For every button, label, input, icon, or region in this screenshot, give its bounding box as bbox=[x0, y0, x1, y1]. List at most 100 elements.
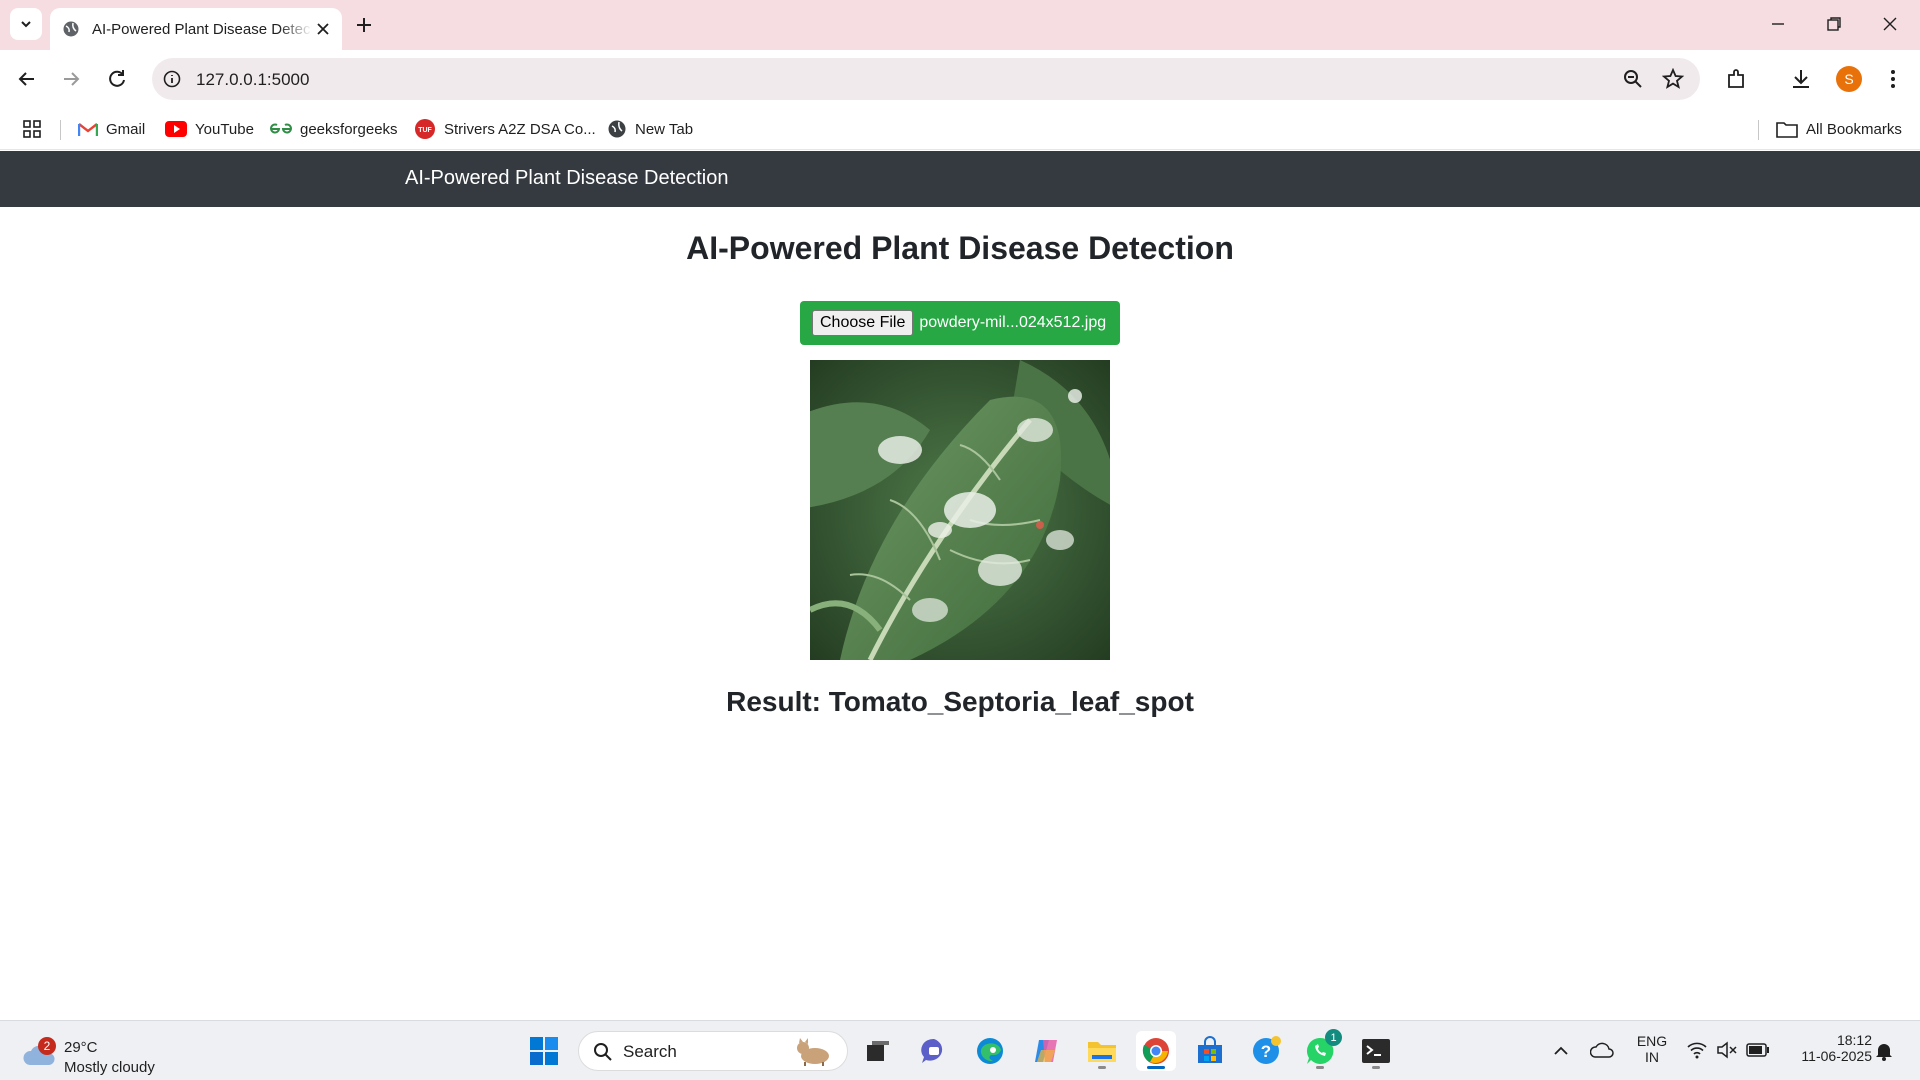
new-tab-plus-icon[interactable] bbox=[352, 13, 376, 37]
bookmark-label: geeksforgeeks bbox=[300, 120, 398, 138]
navbar-brand[interactable]: AI-Powered Plant Disease Detection bbox=[405, 167, 729, 190]
help-app[interactable]: ? bbox=[1246, 1031, 1286, 1071]
whatsapp-app[interactable]: 1 bbox=[1300, 1029, 1342, 1071]
taskbar-search[interactable]: Search bbox=[578, 1031, 848, 1071]
wifi-icon[interactable] bbox=[1686, 1041, 1708, 1059]
weather-temp: 29°C bbox=[64, 1039, 98, 1056]
close-window-icon[interactable] bbox=[1878, 12, 1902, 36]
download-icon[interactable] bbox=[1788, 66, 1814, 92]
chat-icon bbox=[921, 1038, 943, 1063]
browser-tab-active[interactable]: AI-Powered Plant Disease Detection bbox=[50, 8, 342, 50]
reload-icon[interactable] bbox=[104, 66, 130, 92]
chevron-down-icon bbox=[21, 21, 31, 28]
forward-arrow-icon[interactable] bbox=[58, 66, 84, 92]
copilot-icon bbox=[1035, 1040, 1057, 1062]
copilot-app[interactable] bbox=[1026, 1031, 1066, 1071]
bookmark-gmail[interactable]: Gmail bbox=[78, 117, 145, 141]
youtube-icon bbox=[165, 121, 187, 137]
bookmark-separator bbox=[1758, 120, 1759, 140]
region-code: IN bbox=[1645, 1049, 1659, 1065]
weather-widget[interactable]: 2 29°C Mostly cloudy bbox=[20, 1029, 180, 1076]
all-bookmarks-button[interactable]: All Bookmarks bbox=[1776, 117, 1902, 141]
bookmark-separator bbox=[60, 120, 61, 140]
tab-search-button[interactable] bbox=[10, 8, 42, 40]
browser-toolbar: 127.0.0.1:5000 S bbox=[0, 50, 1920, 108]
start-button[interactable] bbox=[524, 1031, 564, 1071]
uploaded-leaf-image bbox=[810, 360, 1110, 660]
profile-avatar[interactable]: S bbox=[1836, 66, 1862, 92]
folder-icon bbox=[1776, 122, 1798, 138]
help-icon: ? bbox=[1253, 1036, 1281, 1064]
prediction-result: Result: Tomato_Septoria_leaf_spot bbox=[726, 686, 1194, 717]
tab-strip: AI-Powered Plant Disease Detection bbox=[0, 0, 1920, 50]
address-bar[interactable]: 127.0.0.1:5000 bbox=[152, 58, 1700, 100]
gmail-icon bbox=[78, 123, 98, 136]
page-title: AI-Powered Plant Disease Detection bbox=[686, 230, 1234, 266]
tab-title: AI-Powered Plant Disease Detection bbox=[92, 20, 312, 38]
bookmark-star-icon[interactable] bbox=[1662, 68, 1684, 90]
weather-desc: Mostly cloudy bbox=[64, 1059, 155, 1076]
clock-date: 11-06-2025 bbox=[1801, 1048, 1872, 1064]
zoom-icon[interactable] bbox=[1622, 68, 1644, 90]
tuf-icon: TUF bbox=[415, 119, 435, 139]
active-indicator bbox=[1147, 1066, 1165, 1069]
bookmark-label: New Tab bbox=[635, 120, 694, 138]
clock[interactable]: 18:12 11-06-2025 bbox=[1782, 1032, 1872, 1064]
svg-text:?: ? bbox=[1261, 1042, 1271, 1061]
choose-file-button[interactable]: Choose File bbox=[812, 310, 914, 336]
teams-chat-app[interactable] bbox=[914, 1031, 954, 1071]
bookmark-new-tab[interactable]: New Tab bbox=[607, 117, 693, 141]
running-indicator bbox=[1098, 1066, 1106, 1069]
battery-icon[interactable] bbox=[1746, 1043, 1770, 1057]
store-app[interactable] bbox=[1190, 1031, 1230, 1071]
edge-icon bbox=[977, 1038, 1003, 1064]
search-label: Search bbox=[623, 1042, 677, 1061]
running-indicator bbox=[1316, 1066, 1324, 1069]
task-view-button[interactable] bbox=[858, 1031, 898, 1071]
selected-file-name: powdery-mil...024x512.jpg bbox=[919, 314, 1107, 331]
bookmark-youtube[interactable]: YouTube bbox=[165, 117, 254, 141]
task-view-icon bbox=[867, 1041, 889, 1061]
restore-icon[interactable] bbox=[1822, 12, 1846, 36]
chrome-icon bbox=[1142, 1038, 1169, 1064]
bookmarks-bar: Gmail YouTube geeksforgeeks TUF Strivers… bbox=[0, 108, 1920, 150]
edge-app[interactable] bbox=[970, 1031, 1010, 1071]
minimize-icon[interactable] bbox=[1766, 12, 1790, 36]
weather-alert-badge: 2 bbox=[38, 1037, 56, 1055]
extensions-icon[interactable] bbox=[1724, 66, 1750, 92]
onedrive-cloud-icon[interactable] bbox=[1590, 1041, 1614, 1059]
search-highlight-cat-icon bbox=[797, 1038, 829, 1066]
close-icon[interactable] bbox=[314, 20, 332, 38]
terminal-app[interactable] bbox=[1356, 1031, 1396, 1071]
language-code: ENG bbox=[1636, 1033, 1668, 1049]
bookmark-strivers[interactable]: TUF Strivers A2Z DSA Co... bbox=[414, 117, 596, 141]
file-explorer-app[interactable] bbox=[1082, 1031, 1122, 1071]
volume-muted-icon[interactable] bbox=[1716, 1041, 1738, 1059]
globe-icon bbox=[608, 120, 626, 138]
globe-icon bbox=[63, 21, 79, 37]
back-arrow-icon[interactable] bbox=[14, 66, 40, 92]
terminal-icon bbox=[1362, 1039, 1390, 1063]
folder-icon bbox=[1088, 1042, 1116, 1062]
bookmark-geeksforgeeks[interactable]: geeksforgeeks bbox=[270, 117, 398, 141]
bookmark-label: Strivers A2Z DSA Co... bbox=[444, 120, 596, 138]
site-info-icon[interactable] bbox=[162, 69, 182, 89]
windows-taskbar: 2 29°C Mostly cloudy Search ? 1 ENG IN 1… bbox=[0, 1020, 1920, 1080]
language-indicator[interactable]: ENG IN bbox=[1632, 1033, 1672, 1065]
all-bookmarks-label: All Bookmarks bbox=[1806, 120, 1902, 138]
bookmark-label: Gmail bbox=[106, 120, 146, 138]
windows-logo-icon bbox=[530, 1037, 558, 1065]
clock-time: 18:12 bbox=[1836, 1032, 1872, 1048]
bookmark-label: YouTube bbox=[195, 120, 254, 138]
store-icon bbox=[1198, 1036, 1222, 1063]
svg-text:TUF: TUF bbox=[418, 127, 432, 134]
site-navbar: AI-Powered Plant Disease Detection bbox=[0, 151, 1920, 207]
url-text[interactable]: 127.0.0.1:5000 bbox=[196, 70, 309, 90]
whatsapp-unread-badge: 1 bbox=[1325, 1029, 1342, 1046]
file-upload-input[interactable]: Choose File powdery-mil...024x512.jpg bbox=[800, 301, 1120, 345]
more-menu-icon[interactable] bbox=[1880, 66, 1906, 92]
chrome-app[interactable] bbox=[1136, 1031, 1176, 1071]
notification-bell-icon[interactable] bbox=[1874, 1041, 1894, 1061]
apps-grid-icon[interactable] bbox=[22, 119, 42, 139]
chevron-up-icon[interactable] bbox=[1552, 1043, 1570, 1059]
